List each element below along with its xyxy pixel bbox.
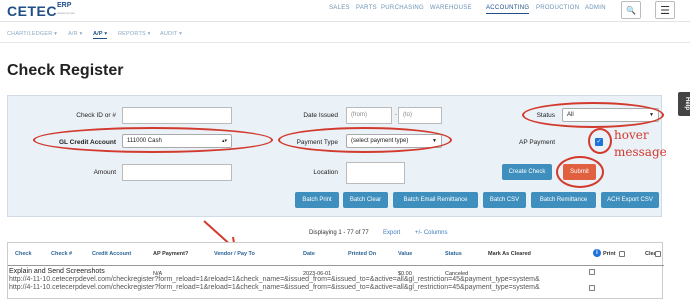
annotation-ellipse-submit — [556, 156, 604, 188]
date-issued-label: Date Issued — [303, 112, 338, 119]
col-value[interactable]: Value — [398, 251, 412, 257]
overlay-url-1: http://4-11-10.cetecerpdevel.com/checkre… — [9, 276, 540, 283]
col-check[interactable]: Check — [15, 251, 32, 257]
row-print-checkbox[interactable] — [589, 285, 595, 291]
subnav-ap[interactable]: A/P ▾ — [93, 31, 108, 39]
batch-remittance-button[interactable]: Batch Remittance — [531, 192, 596, 208]
topnav-accounting[interactable]: ACCOUNTING — [486, 5, 530, 14]
search-icon: 🔍 — [626, 5, 636, 15]
hamburger-menu-icon: ☰ — [660, 4, 670, 17]
col-credit-account[interactable]: Credit Account — [92, 251, 131, 257]
amount-input[interactable] — [122, 164, 232, 181]
date-from-input[interactable]: (from) — [346, 107, 392, 124]
col-check-number[interactable]: Check # — [51, 251, 72, 257]
date-separator: - — [395, 112, 397, 118]
col-print: Print — [603, 251, 616, 257]
col-printed-on[interactable]: Printed On — [348, 251, 376, 257]
print-all-checkbox[interactable] — [619, 251, 625, 257]
annotation-ellipse-ap-payment — [588, 128, 612, 154]
annotation-ellipse-payment-type — [278, 127, 452, 153]
create-check-button[interactable]: Create Check — [502, 164, 552, 180]
subnav-audit[interactable]: AUDIT ▾ — [160, 31, 182, 37]
row-print-checkbox[interactable] — [589, 269, 595, 275]
date-to-input[interactable]: (to) — [398, 107, 442, 124]
annotation-note-line2: message — [614, 145, 667, 159]
ach-export-csv-button[interactable]: ACH Export CSV — [601, 192, 659, 208]
display-count: Displaying 1 - 77 of 77 — [309, 230, 369, 236]
topnav-warehouse[interactable]: WAREHOUSE — [430, 5, 472, 11]
col-vendor[interactable]: Vendor / Pay To — [214, 251, 255, 257]
logo[interactable]: CETEC — [7, 3, 57, 19]
check-id-input[interactable] — [122, 107, 232, 124]
overlay-url-2: http://4-11-10.cetecerpdevel.com/checkre… — [9, 284, 540, 291]
logo-subtitle: cetecerp.com — [57, 11, 76, 15]
topnav-purchasing[interactable]: PURCHASING — [381, 5, 424, 11]
export-link[interactable]: Export — [383, 230, 400, 236]
check-id-label: Check ID or # — [76, 112, 116, 119]
col-date[interactable]: Date — [303, 251, 315, 257]
topnav-admin[interactable]: ADMIN — [585, 5, 606, 11]
batch-csv-button[interactable]: Batch CSV — [483, 192, 526, 208]
clear-all-checkbox[interactable] — [655, 251, 661, 257]
topnav-production[interactable]: PRODUCTION — [536, 5, 579, 11]
annotation-ellipse-gl-account — [33, 127, 273, 153]
location-input[interactable] — [346, 162, 405, 184]
info-icon[interactable]: i — [593, 249, 601, 257]
logo-erp: ERP — [57, 2, 72, 9]
top-navbar: CETEC ERP cetecerp.com SALES PARTS PURCH… — [0, 0, 690, 22]
header-divider — [8, 265, 664, 266]
help-tab[interactable]: Help — [678, 92, 690, 116]
annotation-ellipse-status — [522, 102, 664, 128]
page-title: Check Register — [7, 62, 124, 79]
batch-print-button[interactable]: Batch Print — [295, 192, 339, 208]
batch-clear-button[interactable]: Batch Clear — [343, 192, 388, 208]
annotation-hover-message: hover message — [614, 127, 674, 161]
menu-button[interactable]: ☰ — [655, 1, 675, 19]
batch-email-remittance-button[interactable]: Batch Email Remittance — [393, 192, 478, 208]
annotation-note-line1: hover — [614, 128, 649, 142]
subnav-bar: CHART/LEDGER ▾ A/R ▾ A/P ▾ REPORTS ▾ AUD… — [0, 29, 690, 43]
search-button[interactable]: 🔍 — [621, 1, 641, 19]
col-ap-payment: AP Payment? — [153, 251, 189, 257]
ap-payment-label: AP Payment — [518, 139, 555, 146]
subnav-chart-ledger[interactable]: CHART/LEDGER ▾ — [7, 31, 57, 37]
amount-label: Amount — [93, 169, 116, 176]
columns-link[interactable]: +/- Columns — [415, 230, 448, 236]
col-mark-as-cleared: Mark As Cleared — [488, 251, 531, 257]
col-status[interactable]: Status — [445, 251, 462, 257]
subnav-reports[interactable]: REPORTS ▾ — [118, 31, 151, 37]
subnav-ar[interactable]: A/R ▾ — [68, 31, 82, 37]
topnav-parts[interactable]: PARTS — [356, 5, 377, 11]
location-label: Location — [313, 169, 338, 176]
overlay-caption: Explain and Send Screenshots — [9, 268, 105, 275]
topnav-sales[interactable]: SALES — [329, 5, 350, 11]
